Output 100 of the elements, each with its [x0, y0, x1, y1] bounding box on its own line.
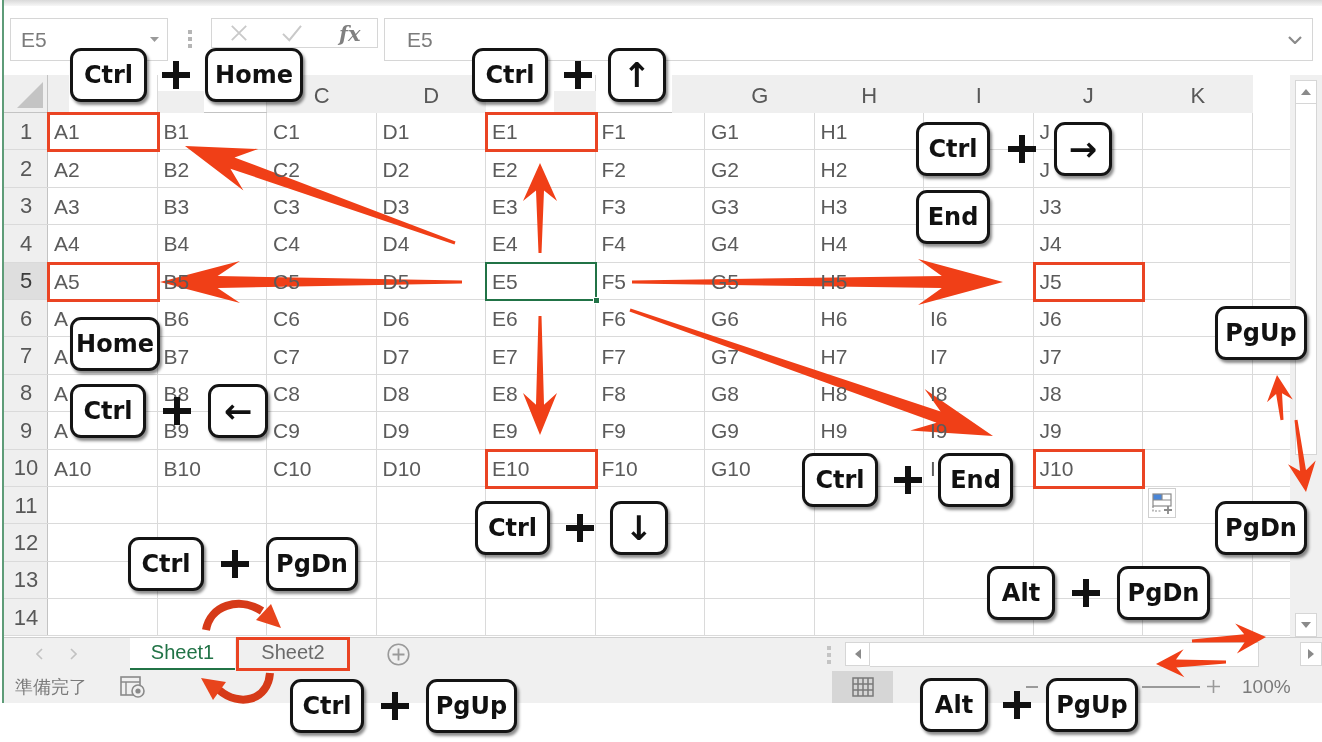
cell-text: A [54, 308, 68, 330]
scroll-right-button[interactable] [1300, 641, 1322, 666]
column-header[interactable]: J [1082, 85, 1094, 107]
cell-text: E4 [492, 233, 518, 255]
row-header[interactable]: 4 [4, 225, 48, 263]
scroll-left-button[interactable] [845, 641, 870, 666]
row-header[interactable]: 11 [4, 486, 48, 525]
row-header[interactable]: 13 [4, 561, 48, 600]
plus-icon [380, 691, 410, 721]
pointer-arrow [1156, 649, 1226, 678]
key-cap: Ctrl [472, 48, 548, 102]
formula-input[interactable]: E5 [384, 18, 1313, 61]
cell-text: A [54, 382, 68, 404]
plus-icon [1007, 134, 1037, 164]
scroll-thumb[interactable] [1295, 104, 1317, 455]
cell-text: H9 [820, 420, 848, 442]
cell-text: J4 [1039, 233, 1062, 255]
key-cap: Ctrl [802, 453, 878, 507]
row-header[interactable]: 14 [4, 599, 48, 637]
cell-text: J [1039, 158, 1050, 180]
cell-text: F4 [601, 233, 626, 255]
cell-text: I6 [930, 308, 948, 330]
quick-analysis-icon[interactable] [1148, 488, 1176, 518]
row-header[interactable]: 10 [4, 449, 48, 487]
chevron-down-icon[interactable] [1288, 35, 1302, 44]
cell-text: D10 [382, 457, 422, 479]
cell-text: C4 [273, 233, 300, 255]
cell-text: D7 [382, 345, 410, 367]
cell-text: D1 [382, 121, 410, 143]
cell-text: G4 [711, 233, 739, 255]
column-header[interactable]: D [423, 85, 440, 107]
scroll-thumb[interactable] [870, 641, 1259, 667]
cell-text: H1 [820, 121, 848, 143]
column-header[interactable]: I [975, 85, 982, 107]
row-header[interactable]: 7 [4, 337, 48, 375]
column-header[interactable]: H [861, 85, 878, 107]
column-header[interactable]: G [751, 85, 769, 107]
cell-text: E8 [492, 382, 518, 404]
cell-text: A3 [54, 195, 80, 217]
fx-button[interactable]: fx [339, 22, 361, 44]
key-cap: PgUp [1215, 306, 1307, 360]
macro-record-icon[interactable] [120, 675, 145, 698]
cell-text: G10 [711, 457, 751, 479]
plus-icon [565, 513, 595, 543]
cell-text: J10 [1039, 457, 1074, 479]
scroll-up-button[interactable] [1295, 80, 1317, 104]
cell-text: A [54, 345, 68, 367]
cell-text: J8 [1039, 382, 1062, 404]
cell-text: H8 [820, 382, 848, 404]
scroll-down-button[interactable] [1295, 612, 1317, 637]
cell-text: E9 [492, 420, 518, 442]
cell-text: D9 [382, 420, 410, 442]
cell-text: E7 [492, 345, 518, 367]
cell-text: G9 [711, 420, 739, 442]
column-header[interactable] [554, 91, 596, 113]
zoom-slider-track[interactable] [1142, 685, 1200, 688]
cell-text: I [930, 457, 936, 479]
cell-text: H4 [820, 233, 848, 255]
grip-icon [188, 30, 192, 48]
key-cap: ← [208, 384, 268, 438]
plus-circle-icon[interactable] [387, 642, 410, 666]
column-header[interactable]: K [1190, 85, 1206, 107]
cell-text: G3 [711, 195, 739, 217]
dropdown-caret-icon [150, 37, 159, 42]
column-header[interactable]: C [313, 85, 330, 107]
cell-text: A10 [54, 457, 92, 479]
row-header[interactable]: 6 [4, 299, 48, 338]
cell-text: J [1039, 121, 1050, 143]
key-cap: Alt [920, 678, 988, 732]
sheet-tab[interactable]: Sheet2 [237, 637, 349, 670]
fill-handle[interactable] [592, 296, 600, 304]
triangle-up-icon [1301, 89, 1311, 95]
cell-text: D8 [382, 382, 410, 404]
row-header[interactable]: 1 [4, 113, 48, 151]
row-header[interactable]: 12 [4, 524, 48, 562]
cell-text: I7 [930, 345, 948, 367]
cell-text: A1 [54, 121, 80, 143]
cell-text: J6 [1039, 308, 1062, 330]
row-header[interactable]: 5 [4, 262, 48, 300]
plus-icon[interactable] [1207, 680, 1220, 694]
row-header[interactable]: 3 [4, 187, 48, 226]
cell-text: A2 [54, 158, 80, 180]
zoom-level[interactable]: 100% [1242, 675, 1291, 698]
cell-text: C2 [273, 158, 300, 180]
check-icon[interactable] [281, 24, 303, 42]
cell-text: D6 [382, 308, 410, 330]
cell-text: C8 [273, 382, 300, 404]
grid-icon [851, 676, 874, 697]
cell-text: H3 [820, 195, 848, 217]
cell-text: E10 [492, 457, 530, 479]
cell-text: C9 [273, 420, 300, 442]
row-header[interactable]: 9 [4, 412, 48, 450]
view-button[interactable] [832, 670, 893, 703]
cell-text: J9 [1039, 420, 1062, 442]
row-header[interactable]: 2 [4, 150, 48, 188]
cell-text: A4 [54, 233, 80, 255]
sheet-tab[interactable]: Sheet1 [130, 637, 235, 670]
row-header[interactable]: 8 [4, 374, 48, 413]
column-header[interactable] [48, 75, 69, 113]
minus-icon[interactable] [1026, 685, 1038, 688]
